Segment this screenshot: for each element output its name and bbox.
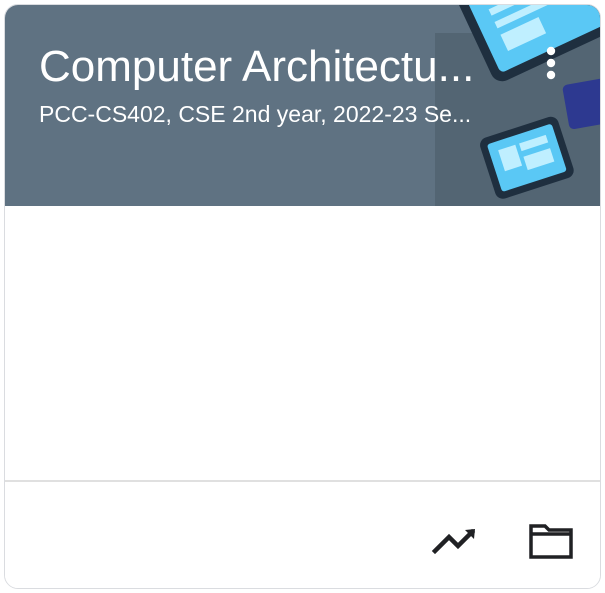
progress-button[interactable] [428, 512, 480, 564]
course-card[interactable]: Computer Architectu... PCC-CS402, CSE 2n… [4, 4, 601, 589]
folder-button[interactable] [524, 512, 576, 564]
course-title[interactable]: Computer Architectu... [39, 41, 499, 93]
card-footer [5, 482, 600, 588]
more-vert-icon [546, 46, 556, 80]
folder-icon [529, 524, 573, 559]
trending-up-icon [431, 528, 476, 555]
card-header[interactable]: Computer Architectu... PCC-CS402, CSE 2n… [5, 5, 600, 206]
more-options-button[interactable] [535, 41, 567, 85]
card-body [5, 206, 600, 480]
course-subtitle: PCC-CS402, CSE 2nd year, 2022-23 Se... [39, 101, 472, 127]
